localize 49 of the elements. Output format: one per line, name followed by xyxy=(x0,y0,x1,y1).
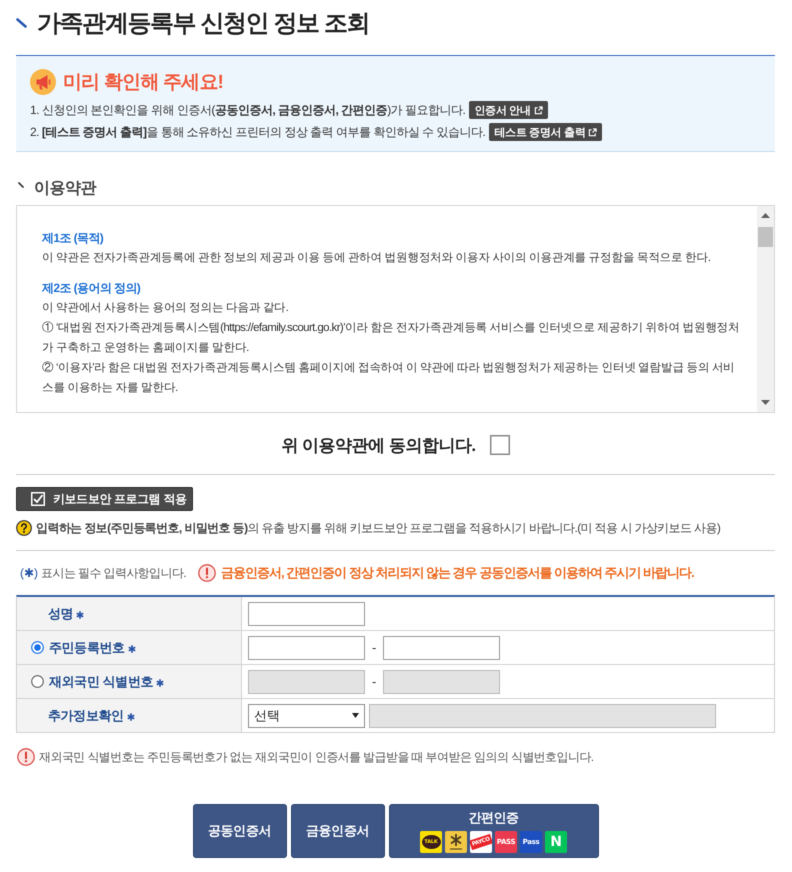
article-heading: 제1조 (목적) xyxy=(42,230,104,247)
scrollbar[interactable] xyxy=(757,206,774,412)
article-text: 이 약관에서 사용하는 용어의 정의는 다음과 같다. xyxy=(42,301,290,316)
required-note: 표시는 필수 입력사항입니다. xyxy=(41,564,186,582)
notice-heading: 미리 확인해 주세요! xyxy=(63,71,224,95)
scroll-down-arrow-icon[interactable] xyxy=(761,400,770,405)
slash-mark-icon xyxy=(16,18,27,28)
notice-text: 1. 신청인의 본인확인을 위해 인증서(공동인증서, 금융인증서, 간편인증)가 필요합니다. xyxy=(30,102,466,118)
certificate-button[interactable]: 금융인증서 xyxy=(290,804,384,858)
agree-label: 위 이용약관에 동의합니다. xyxy=(281,434,476,456)
page-title: 가족관계등록부 신청인 정보 조회 xyxy=(37,8,370,38)
info-link-button[interactable]: 인증서 안내 xyxy=(469,101,548,119)
text-input[interactable] xyxy=(248,636,365,660)
caret-icon xyxy=(352,713,359,718)
field-label: 성명 xyxy=(48,604,74,622)
alert-icon xyxy=(17,748,35,766)
external-link-icon xyxy=(588,128,598,136)
field-label: 주민등록번호 xyxy=(49,638,125,656)
separator: - xyxy=(372,640,376,655)
help-text: 입력하는 정보(주민등록번호, 비밀번호 등)의 유출 방지를 위해 키보드보안 프로그램을 적용하시기 바랍니다.(미 적용 시 가상키보드 사용) xyxy=(36,520,720,536)
scroll-thumb[interactable] xyxy=(758,227,773,247)
alert-icon xyxy=(198,564,216,582)
field-label: 재외국민 식별번호 xyxy=(49,672,154,690)
separator: - xyxy=(372,674,376,689)
external-link-icon xyxy=(534,106,543,114)
text-input[interactable] xyxy=(248,602,365,626)
article-text: ② ‘이용자’라 함은 대법원 전자가족관계등록시스템 홈페이지에 접속하여 이 약관에 따라 법원행정처가 제공하는 인터넷 열람발급 등의 서비스를 이용하는 자를 말한다. xyxy=(42,360,736,396)
checkbox[interactable] xyxy=(31,492,45,506)
agree-checkbox[interactable] xyxy=(490,435,510,455)
megaphone-icon xyxy=(30,69,56,95)
required-marker: (✱) xyxy=(20,566,38,580)
scroll-up-arrow-icon[interactable] xyxy=(761,213,770,218)
certificate-button[interactable]: 공동인증서 xyxy=(192,804,286,858)
text-input[interactable] xyxy=(383,636,500,660)
footnote-text: 재외국민 식별번호는 주민등록번호가 없는 재외국민이 인증서를 발급받을 때 부여받은 임의의 식별번호입니다. xyxy=(39,748,594,766)
radio-button[interactable] xyxy=(31,641,44,654)
notice-text: 2. [테스트 증명서 출력]을 통해 소유하신 프린터의 정상 출력 여부를 확인하실 수 있습니다. xyxy=(30,124,486,140)
field-label: 추가정보확인 xyxy=(48,706,124,724)
letter-logo: N xyxy=(545,831,567,853)
article-heading: 제2조 (용어의 정의) xyxy=(42,280,142,297)
article-text: ① ‘대법원 전자가족관계등록시스템(https://efamily.scourt.go.kr)’이라 함은 전자가족관계등록 서비스를 인터넷으로 제공하기 위하여 법원행정처가 구축하고 운영하는 홈페이지를 말한다. xyxy=(42,320,740,356)
help-icon xyxy=(16,520,32,536)
article-text: 이 약관은 전자가족관계등록에 관한 정보의 제공과 이용 등에 관하여 법원행정처와 이용자 사이의 이용관계를 규정함을 목적으로 한다. xyxy=(42,251,712,266)
slash-mark-icon xyxy=(18,182,24,188)
section-title: 이용약관 xyxy=(34,178,96,198)
keyboard-security-button[interactable]: 키보드보안 프로그램 적용 xyxy=(16,487,193,511)
info-link-button[interactable]: 테스트 증명서 출력 xyxy=(489,123,602,141)
warning-text: 금융인증서, 간편인증이 정상 처리되지 않는 경우 공동인증서를 이용하여 주시기 바랍니다. xyxy=(221,564,694,582)
select-field[interactable]: 선택 xyxy=(248,704,365,728)
